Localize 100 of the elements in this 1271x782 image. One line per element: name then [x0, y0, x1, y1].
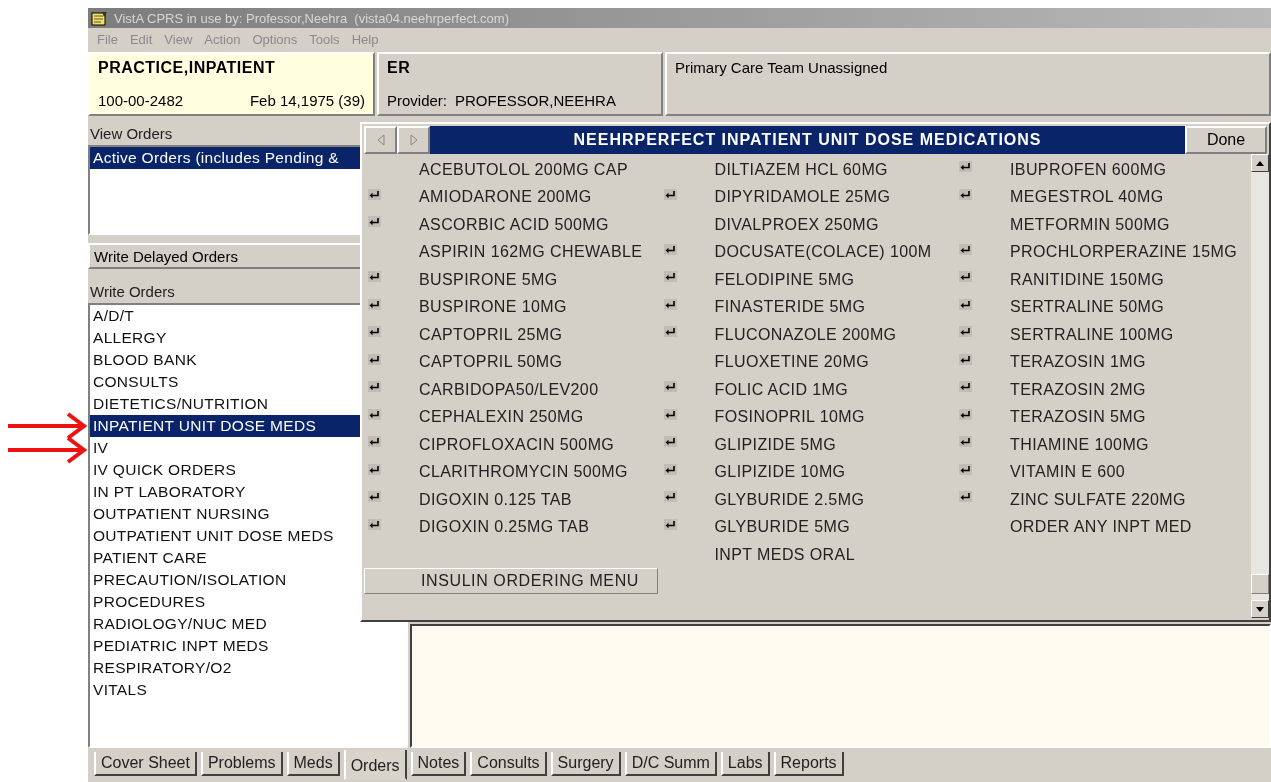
menu-option[interactable]: SERTRALINE 50MG — [1010, 298, 1165, 317]
done-button[interactable]: Done — [1185, 126, 1267, 154]
forward-button[interactable] — [397, 126, 430, 154]
location-panel[interactable]: ER Provider: PROFESSOR,NEEHRA — [377, 52, 663, 116]
menu-option[interactable]: FLUOXETINE 20MG — [714, 353, 869, 372]
menu-option[interactable]: ASCORBIC ACID 500MG — [419, 215, 609, 234]
menu-option[interactable]: CLARITHROMYCIN 500MG — [419, 463, 628, 482]
return-icon — [368, 463, 381, 475]
menu-option[interactable]: TERAZOSIN 5MG — [1010, 408, 1146, 427]
menu-option[interactable]: ORDER ANY INPT MED — [1010, 518, 1192, 537]
menu-option[interactable]: DIGOXIN 0.125 TAB — [419, 490, 572, 509]
menu-option[interactable]: TERAZOSIN 1MG — [1010, 353, 1146, 372]
menu-option[interactable]: GLIPIZIDE 10MG — [714, 463, 846, 482]
return-icon — [663, 463, 677, 475]
right-triangle-icon — [409, 134, 418, 146]
return-icon — [959, 463, 972, 475]
menu-option[interactable]: GLIPIZIDE 5MG — [714, 435, 837, 454]
return-icon — [368, 353, 381, 365]
tab[interactable]: Cover Sheet — [94, 752, 197, 776]
patient-name: PRACTICE,INPATIENT — [98, 59, 277, 77]
menu-option[interactable]: SERTRALINE 100MG — [1010, 325, 1174, 344]
return-icon — [663, 326, 677, 338]
menu-option[interactable]: IBUPROFEN 600MG — [1010, 160, 1167, 179]
menu-option[interactable]: GLYBURIDE 2.5MG — [714, 490, 865, 509]
insulin-menu-button[interactable]: INSULIN ORDERING MENU — [364, 568, 658, 594]
menu-option[interactable]: DILTIAZEM HCL 60MG — [714, 160, 888, 179]
menu-option[interactable]: CEPHALEXIN 250MG — [419, 408, 584, 427]
menu-option[interactable]: DIGOXIN 0.25MG TAB — [419, 518, 590, 537]
menu-option[interactable]: ZINC SULFATE 220MG — [1010, 490, 1186, 509]
return-icon — [663, 518, 677, 530]
return-icon — [368, 326, 381, 338]
menu-option[interactable]: INPT MEDS ORAL — [714, 545, 855, 564]
back-button[interactable] — [364, 126, 397, 154]
patient-id: 100-00-2482 — [98, 92, 184, 109]
return-icon — [959, 408, 972, 420]
arrow-icon — [8, 412, 88, 440]
return-icon — [959, 326, 972, 338]
return-icon — [663, 188, 677, 200]
down-arrow-icon — [1256, 606, 1264, 612]
tab[interactable]: Orders — [343, 750, 407, 780]
list-item[interactable]: VITALS — [90, 679, 406, 701]
menu-option[interactable]: THIAMINE 100MG — [1010, 435, 1149, 454]
menu-option[interactable]: FLUCONAZOLE 200MG — [714, 325, 897, 344]
list-item[interactable]: RADIOLOGY/NUC MED — [90, 613, 406, 635]
menu-option[interactable]: AMIODARONE 200MG — [419, 188, 592, 207]
provider-label: Provider: — [387, 92, 448, 109]
return-icon — [368, 408, 381, 420]
return-icon — [368, 188, 381, 200]
return-icon — [663, 243, 677, 255]
list-item[interactable]: PEDIATRIC INPT MEDS — [90, 635, 406, 657]
menu-option[interactable]: VITAMIN E 600 — [1010, 463, 1126, 482]
return-icon — [368, 271, 381, 283]
menu-option[interactable]: CAPTOPRIL 50MG — [419, 353, 563, 372]
care-team-panel[interactable]: Primary Care Team Unassigned — [665, 52, 1271, 116]
menu-option[interactable]: GLYBURIDE 5MG — [714, 518, 851, 537]
scrollbar[interactable] — [1251, 154, 1269, 618]
menu-option[interactable]: FELODIPINE 5MG — [714, 270, 855, 289]
menu-option[interactable]: DIVALPROEX 250MG — [714, 215, 879, 234]
arrow-icon — [8, 436, 88, 464]
tab[interactable]: D/C Summ — [624, 752, 717, 776]
tab[interactable]: Consults — [470, 752, 547, 776]
menu-option[interactable]: DIPYRIDAMOLE 25MG — [714, 188, 891, 207]
birth-date: Feb 14,1975 (39) — [249, 92, 365, 109]
return-icon — [368, 216, 381, 228]
menu-option[interactable]: RANITIDINE 150MG — [1010, 270, 1164, 289]
return-icon — [663, 436, 677, 448]
left-triangle-icon — [376, 134, 385, 146]
menu-option[interactable]: METFORMIN 500MG — [1010, 215, 1170, 234]
menu-option[interactable]: BUSPIRONE 5MG — [419, 270, 558, 289]
menu-option[interactable]: FOLIC ACID 1MG — [714, 380, 849, 399]
return-icon — [959, 298, 972, 310]
menu-option[interactable]: CARBIDOPA50/LEV200 — [419, 380, 599, 399]
tab[interactable]: Reports — [773, 752, 844, 776]
return-icon — [959, 188, 972, 200]
return-icon — [368, 381, 381, 393]
menu-option[interactable]: DOCUSATE(COLACE) 100M — [714, 243, 932, 262]
menu-option[interactable]: ASPIRIN 162MG CHEWABLE — [419, 243, 643, 262]
return-icon — [959, 491, 972, 503]
return-icon — [959, 381, 972, 393]
menu-option[interactable]: ACEBUTOLOL 200MG CAP — [419, 160, 628, 179]
menu-option[interactable]: CAPTOPRIL 25MG — [419, 325, 563, 344]
patient-panel[interactable]: PRACTICE,INPATIENT 100-00-2482 Feb 14,1975 (39) — [88, 52, 375, 116]
menu-option[interactable]: TERAZOSIN 2MG — [1010, 380, 1146, 399]
tab[interactable]: Labs — [720, 752, 770, 776]
tab[interactable]: Surgery — [550, 752, 621, 776]
menu-option[interactable]: MEGESTROL 40MG — [1010, 188, 1164, 207]
tab[interactable]: Problems — [200, 752, 283, 776]
return-icon — [959, 353, 972, 365]
menu-option[interactable]: FOSINOPRIL 10MG — [714, 408, 865, 427]
tab[interactable]: Meds — [286, 752, 340, 776]
tab[interactable]: Notes — [410, 752, 467, 776]
menu-option[interactable]: FINASTERIDE 5MG — [714, 298, 866, 317]
return-icon — [368, 436, 381, 448]
return-icon — [959, 271, 972, 283]
menu-option[interactable]: CIPROFLOXACIN 500MG — [419, 435, 615, 454]
menu-option[interactable]: BUSPIRONE 10MG — [419, 298, 567, 317]
scroll-thumb[interactable] — [1251, 574, 1269, 594]
list-item[interactable]: RESPIRATORY/O2 — [90, 657, 406, 679]
return-icon — [663, 491, 677, 503]
menu-option[interactable]: PROCHLORPERAZINE 15MG — [1010, 243, 1238, 262]
